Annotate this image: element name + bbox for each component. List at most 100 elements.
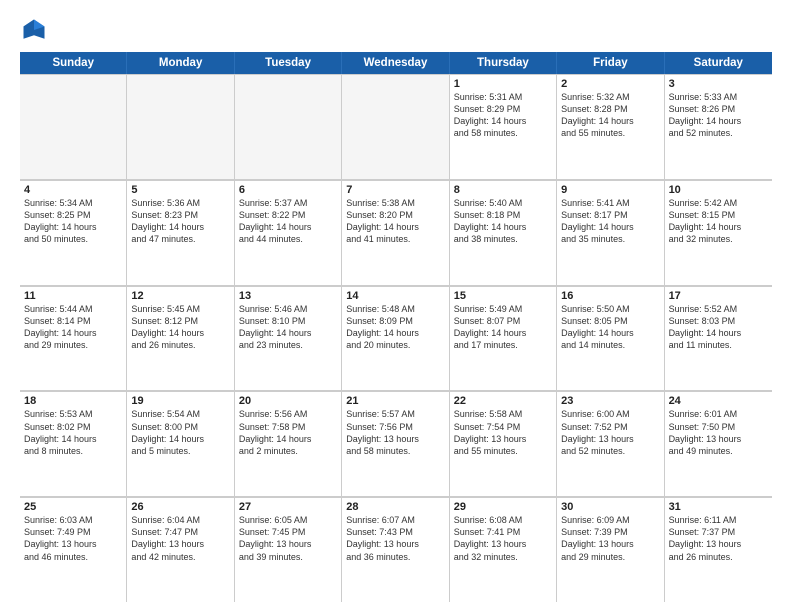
day-number: 6 [239,184,337,196]
day-number: 18 [24,395,122,407]
day-detail: Sunrise: 6:00 AM Sunset: 7:52 PM Dayligh… [561,408,659,457]
day-number: 3 [669,78,768,90]
day-detail: Sunrise: 5:38 AM Sunset: 8:20 PM Dayligh… [346,197,444,246]
calendar-body: 1Sunrise: 5:31 AM Sunset: 8:29 PM Daylig… [20,74,772,602]
day-number: 8 [454,184,552,196]
week-row-3: 11Sunrise: 5:44 AM Sunset: 8:14 PM Dayli… [20,286,772,392]
cal-cell: 8Sunrise: 5:40 AM Sunset: 8:18 PM Daylig… [450,180,557,285]
cal-cell: 7Sunrise: 5:38 AM Sunset: 8:20 PM Daylig… [342,180,449,285]
logo [20,16,52,44]
day-number: 9 [561,184,659,196]
logo-icon [20,16,48,44]
day-detail: Sunrise: 5:32 AM Sunset: 8:28 PM Dayligh… [561,91,659,140]
day-number: 26 [131,501,229,513]
week-row-5: 25Sunrise: 6:03 AM Sunset: 7:49 PM Dayli… [20,497,772,602]
day-detail: Sunrise: 6:05 AM Sunset: 7:45 PM Dayligh… [239,514,337,563]
cal-cell: 10Sunrise: 5:42 AM Sunset: 8:15 PM Dayli… [665,180,772,285]
cal-cell: 27Sunrise: 6:05 AM Sunset: 7:45 PM Dayli… [235,497,342,602]
day-number: 7 [346,184,444,196]
day-detail: Sunrise: 5:52 AM Sunset: 8:03 PM Dayligh… [669,303,768,352]
header-day-monday: Monday [127,52,234,74]
day-number: 16 [561,290,659,302]
day-number: 21 [346,395,444,407]
header-day-friday: Friday [557,52,664,74]
day-detail: Sunrise: 6:01 AM Sunset: 7:50 PM Dayligh… [669,408,768,457]
day-detail: Sunrise: 5:53 AM Sunset: 8:02 PM Dayligh… [24,408,122,457]
cal-cell: 1Sunrise: 5:31 AM Sunset: 8:29 PM Daylig… [450,74,557,179]
cal-cell: 25Sunrise: 6:03 AM Sunset: 7:49 PM Dayli… [20,497,127,602]
cal-cell: 12Sunrise: 5:45 AM Sunset: 8:12 PM Dayli… [127,286,234,391]
cal-cell: 18Sunrise: 5:53 AM Sunset: 8:02 PM Dayli… [20,391,127,496]
header-day-wednesday: Wednesday [342,52,449,74]
day-detail: Sunrise: 5:54 AM Sunset: 8:00 PM Dayligh… [131,408,229,457]
day-detail: Sunrise: 5:40 AM Sunset: 8:18 PM Dayligh… [454,197,552,246]
cal-cell: 29Sunrise: 6:08 AM Sunset: 7:41 PM Dayli… [450,497,557,602]
day-number: 5 [131,184,229,196]
cal-cell: 2Sunrise: 5:32 AM Sunset: 8:28 PM Daylig… [557,74,664,179]
day-number: 15 [454,290,552,302]
day-detail: Sunrise: 5:36 AM Sunset: 8:23 PM Dayligh… [131,197,229,246]
page: SundayMondayTuesdayWednesdayThursdayFrid… [0,0,792,612]
cal-cell: 17Sunrise: 5:52 AM Sunset: 8:03 PM Dayli… [665,286,772,391]
day-number: 28 [346,501,444,513]
header [20,16,772,44]
day-number: 4 [24,184,122,196]
cal-cell: 31Sunrise: 6:11 AM Sunset: 7:37 PM Dayli… [665,497,772,602]
day-detail: Sunrise: 5:44 AM Sunset: 8:14 PM Dayligh… [24,303,122,352]
day-detail: Sunrise: 5:46 AM Sunset: 8:10 PM Dayligh… [239,303,337,352]
day-detail: Sunrise: 6:09 AM Sunset: 7:39 PM Dayligh… [561,514,659,563]
day-number: 27 [239,501,337,513]
day-detail: Sunrise: 5:58 AM Sunset: 7:54 PM Dayligh… [454,408,552,457]
cal-cell: 13Sunrise: 5:46 AM Sunset: 8:10 PM Dayli… [235,286,342,391]
cal-cell: 14Sunrise: 5:48 AM Sunset: 8:09 PM Dayli… [342,286,449,391]
day-number: 1 [454,78,552,90]
day-detail: Sunrise: 5:50 AM Sunset: 8:05 PM Dayligh… [561,303,659,352]
cal-cell: 28Sunrise: 6:07 AM Sunset: 7:43 PM Dayli… [342,497,449,602]
day-detail: Sunrise: 5:33 AM Sunset: 8:26 PM Dayligh… [669,91,768,140]
calendar-header: SundayMondayTuesdayWednesdayThursdayFrid… [20,52,772,74]
cal-cell: 5Sunrise: 5:36 AM Sunset: 8:23 PM Daylig… [127,180,234,285]
cal-cell: 26Sunrise: 6:04 AM Sunset: 7:47 PM Dayli… [127,497,234,602]
day-detail: Sunrise: 5:41 AM Sunset: 8:17 PM Dayligh… [561,197,659,246]
day-number: 31 [669,501,768,513]
day-number: 25 [24,501,122,513]
day-detail: Sunrise: 5:56 AM Sunset: 7:58 PM Dayligh… [239,408,337,457]
cal-cell [342,74,449,179]
header-day-thursday: Thursday [450,52,557,74]
cal-cell: 19Sunrise: 5:54 AM Sunset: 8:00 PM Dayli… [127,391,234,496]
day-detail: Sunrise: 5:45 AM Sunset: 8:12 PM Dayligh… [131,303,229,352]
cal-cell: 3Sunrise: 5:33 AM Sunset: 8:26 PM Daylig… [665,74,772,179]
cal-cell: 6Sunrise: 5:37 AM Sunset: 8:22 PM Daylig… [235,180,342,285]
day-number: 12 [131,290,229,302]
day-number: 29 [454,501,552,513]
header-day-saturday: Saturday [665,52,772,74]
day-number: 24 [669,395,768,407]
day-number: 20 [239,395,337,407]
day-detail: Sunrise: 5:57 AM Sunset: 7:56 PM Dayligh… [346,408,444,457]
day-detail: Sunrise: 5:31 AM Sunset: 8:29 PM Dayligh… [454,91,552,140]
cal-cell: 9Sunrise: 5:41 AM Sunset: 8:17 PM Daylig… [557,180,664,285]
cal-cell [20,74,127,179]
calendar: SundayMondayTuesdayWednesdayThursdayFrid… [20,52,772,602]
day-number: 2 [561,78,659,90]
cal-cell: 16Sunrise: 5:50 AM Sunset: 8:05 PM Dayli… [557,286,664,391]
cal-cell: 20Sunrise: 5:56 AM Sunset: 7:58 PM Dayli… [235,391,342,496]
day-detail: Sunrise: 5:49 AM Sunset: 8:07 PM Dayligh… [454,303,552,352]
cal-cell: 22Sunrise: 5:58 AM Sunset: 7:54 PM Dayli… [450,391,557,496]
cal-cell: 15Sunrise: 5:49 AM Sunset: 8:07 PM Dayli… [450,286,557,391]
cal-cell [235,74,342,179]
header-day-tuesday: Tuesday [235,52,342,74]
day-detail: Sunrise: 6:04 AM Sunset: 7:47 PM Dayligh… [131,514,229,563]
day-number: 10 [669,184,768,196]
day-number: 14 [346,290,444,302]
header-day-sunday: Sunday [20,52,127,74]
day-number: 22 [454,395,552,407]
day-number: 30 [561,501,659,513]
day-detail: Sunrise: 6:03 AM Sunset: 7:49 PM Dayligh… [24,514,122,563]
cal-cell [127,74,234,179]
day-number: 13 [239,290,337,302]
day-number: 11 [24,290,122,302]
cal-cell: 11Sunrise: 5:44 AM Sunset: 8:14 PM Dayli… [20,286,127,391]
day-detail: Sunrise: 6:08 AM Sunset: 7:41 PM Dayligh… [454,514,552,563]
week-row-1: 1Sunrise: 5:31 AM Sunset: 8:29 PM Daylig… [20,74,772,180]
